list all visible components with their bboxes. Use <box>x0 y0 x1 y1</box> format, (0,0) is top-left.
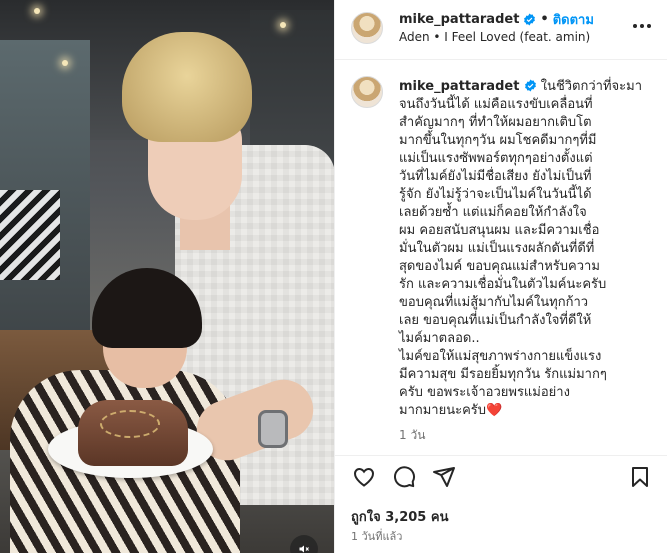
caption-line: มากขึ้นในทุกๆวัน ผมโชคดีมากๆที่มี <box>399 133 597 148</box>
photo-watch <box>258 410 288 448</box>
action-bar <box>335 455 667 500</box>
verified-badge-icon <box>524 79 536 92</box>
caption-line: ขอบคุณที่แม่สู้มากับไมค์ในทุกก้าว <box>399 295 589 310</box>
caption-line: ผม คอยสนับสนุนผม และมีความเชื่อ <box>399 223 600 238</box>
post-header: mike_pattaradet • ติดตาม Aden • I Feel L… <box>335 0 667 60</box>
caption-line: ไมค์มาตลอด.. <box>399 331 480 346</box>
photo-cake-decoration <box>100 410 160 438</box>
caption-line: มีความสุข มีรอยยิ้มทุกวัน รักแม่มากๆ <box>399 367 607 382</box>
speaker-muted-icon[interactable] <box>290 535 318 553</box>
caption-line: จนถึงวันนี้ได้ แม่คือแรงขับเคลื่อนที่ <box>399 97 593 112</box>
post-side-panel: mike_pattaradet • ติดตาม Aden • I Feel L… <box>334 0 667 553</box>
caption-line: เลย ขอบคุณที่แม่เป็นกำลังใจที่ดีให้ <box>399 313 592 328</box>
heart-icon[interactable] <box>351 464 377 490</box>
caption-line: ครับ ขอพระเจ้าอวยพรแม่อย่าง <box>399 385 570 400</box>
post-photo[interactable] <box>0 0 334 553</box>
header-user-row: mike_pattaradet • ติดตาม <box>399 9 594 30</box>
caption-line-text: มากมายนะครับ <box>399 403 487 418</box>
caption-line: mike_pattaradet ในชีวิตกว่าที่จะมา <box>399 78 657 96</box>
caption-line: รัก และความเชื่อมั่นในตัวไมค์นะครับ <box>399 277 607 292</box>
caption-line: สำคัญมากๆ ที่ทำให้ผมอยากเติบโต <box>399 115 592 130</box>
username-link[interactable]: mike_pattaradet <box>399 12 519 27</box>
more-options-icon[interactable] <box>630 14 654 38</box>
caption-line-text: ในชีวิตกว่าที่จะมา <box>540 79 643 94</box>
heart-emoji: ❤️ <box>486 403 503 418</box>
caption-line: ไมค์ขอให้แม่สุขภาพร่างกายแข็งแรง <box>399 349 602 364</box>
caption-text: mike_pattaradet ในชีวิตกว่าที่จะมา จนถึง… <box>399 78 657 420</box>
send-icon[interactable] <box>431 464 457 490</box>
likes-count[interactable]: ถูกใจ 3,205 คน <box>351 506 448 527</box>
photo-man-hair <box>122 32 252 142</box>
posted-time: 1 วันที่แล้ว <box>351 530 403 543</box>
follow-button[interactable]: ติดตาม <box>553 9 594 30</box>
caption-line: มากมายนะครับ❤️ <box>399 402 657 420</box>
caption-line: มั่นในตัวผม แม่เป็นแรงผลักดันที่ดีที่ <box>399 241 595 256</box>
caption-line: เลยด้วยซ้ำ แต่แม่ก็คอยให้กำลังใจ <box>399 205 587 220</box>
verified-badge-icon <box>524 13 536 26</box>
caption-line: วันที่ไมค์ยังไม่มีชื่อเสียง ยังไม่เป็นที… <box>399 169 592 184</box>
caption-line: แม่เป็นแรงซัพพอร์ตทุกๆอย่างตั้งแต่ <box>399 151 593 166</box>
audio-track-link[interactable]: Aden • I Feel Loved (feat. amin) <box>399 30 590 44</box>
separator-dot: • <box>540 12 549 27</box>
avatar[interactable] <box>351 12 383 44</box>
caption-username[interactable]: mike_pattaradet <box>399 79 519 94</box>
photo-lamp <box>34 8 40 14</box>
caption-timestamp[interactable]: 1 วัน <box>399 426 425 445</box>
photo-zebra-art <box>0 190 60 280</box>
comment-icon[interactable] <box>391 464 417 490</box>
caption-line: สุดของไมค์ ขอบคุณแม่สำหรับความ <box>399 259 600 274</box>
caption-area: mike_pattaradet ในชีวิตกว่าที่จะมา จนถึง… <box>335 60 667 455</box>
caption-line: รู้จัก ยังไม่รู้ว่าจะเป็นไมค์ในวันนี้ได้ <box>399 187 592 202</box>
bookmark-icon[interactable] <box>627 464 653 490</box>
photo-lamp <box>62 60 68 66</box>
caption-avatar[interactable] <box>351 76 383 108</box>
photo-lamp <box>280 22 286 28</box>
